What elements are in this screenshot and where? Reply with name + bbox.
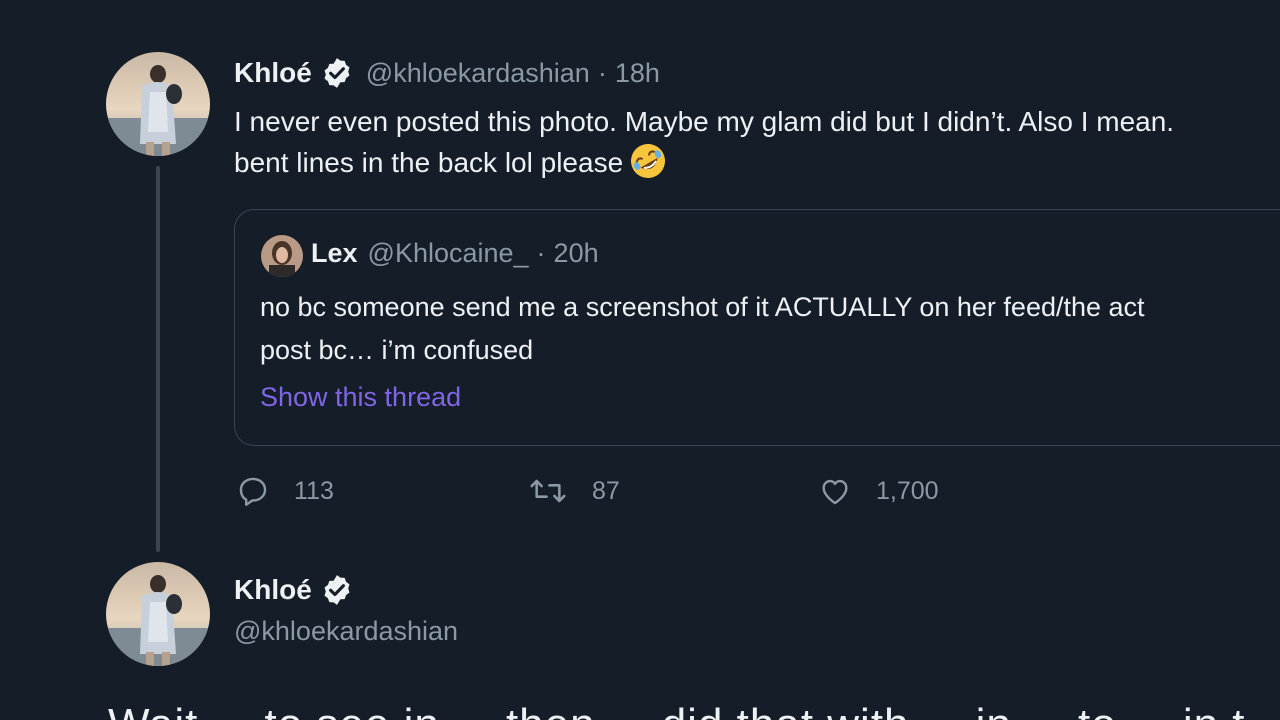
rolling-on-floor-laughing-emoji-icon bbox=[629, 142, 667, 180]
verified-badge-icon bbox=[320, 573, 354, 607]
avatar[interactable] bbox=[106, 52, 210, 156]
quoted-text-line-2: post bc… i’m confused bbox=[260, 335, 534, 365]
tweet-text-line-2-text: bent lines in the back lol please bbox=[234, 147, 624, 178]
avatar[interactable] bbox=[106, 562, 210, 666]
like-button[interactable]: 1,700 bbox=[818, 474, 939, 508]
main-tweet-name-row: Khloé bbox=[234, 573, 354, 607]
reply-count: 113 bbox=[294, 476, 334, 505]
quoted-timestamp[interactable]: 20h bbox=[554, 238, 599, 269]
timestamp[interactable]: 18h bbox=[615, 58, 660, 89]
reply-icon bbox=[239, 477, 267, 506]
retweet-icon bbox=[530, 479, 566, 503]
main-tweet-text-cropped: Wait ... to see in ... then ... did that… bbox=[108, 700, 1280, 720]
show-thread-link[interactable]: Show this thread bbox=[260, 382, 461, 413]
quoted-text-line-1: no bc someone send me a screenshot of it… bbox=[260, 292, 1145, 322]
quoted-tweet-header: Lex @Khlocaine_ · 20h bbox=[311, 238, 599, 269]
handle[interactable]: @khloekardashian bbox=[366, 58, 590, 89]
thread-connector-line bbox=[156, 166, 160, 552]
main-tweet-handle-row: @khloekardashian bbox=[234, 616, 458, 647]
quoted-tweet-card[interactable]: Lex @Khlocaine_ · 20h no bc someone send… bbox=[234, 209, 1280, 446]
heart-icon bbox=[822, 479, 848, 505]
like-count: 1,700 bbox=[876, 476, 939, 505]
verified-badge-icon bbox=[320, 56, 354, 90]
tweet-thread-view: Khloé @khloekardashian · 18h I never eve… bbox=[0, 0, 1280, 720]
separator-dot: · bbox=[597, 57, 607, 88]
retweet-count: 87 bbox=[592, 476, 620, 505]
reply-tweet-header: Khloé @khloekardashian · 18h bbox=[234, 56, 660, 90]
quoted-tweet-text: no bc someone send me a screenshot of it… bbox=[260, 286, 1145, 372]
display-name[interactable]: Khloé bbox=[234, 57, 312, 89]
reply-button[interactable]: 113 bbox=[236, 474, 334, 508]
tweet-text-line-1: I never even posted this photo. Maybe my… bbox=[234, 106, 1175, 137]
quoted-avatar[interactable] bbox=[261, 235, 303, 277]
quoted-separator-dot: · bbox=[536, 238, 546, 268]
tweet-text: I never even posted this photo. Maybe my… bbox=[234, 101, 1174, 183]
quoted-handle[interactable]: @Khlocaine_ bbox=[368, 238, 529, 269]
tweet-text-line-2: bent lines in the back lol please bbox=[234, 142, 1174, 183]
retweet-button[interactable]: 87 bbox=[528, 474, 620, 508]
handle[interactable]: @khloekardashian bbox=[234, 616, 458, 647]
display-name[interactable]: Khloé bbox=[234, 574, 312, 606]
quoted-display-name[interactable]: Lex bbox=[311, 238, 358, 269]
